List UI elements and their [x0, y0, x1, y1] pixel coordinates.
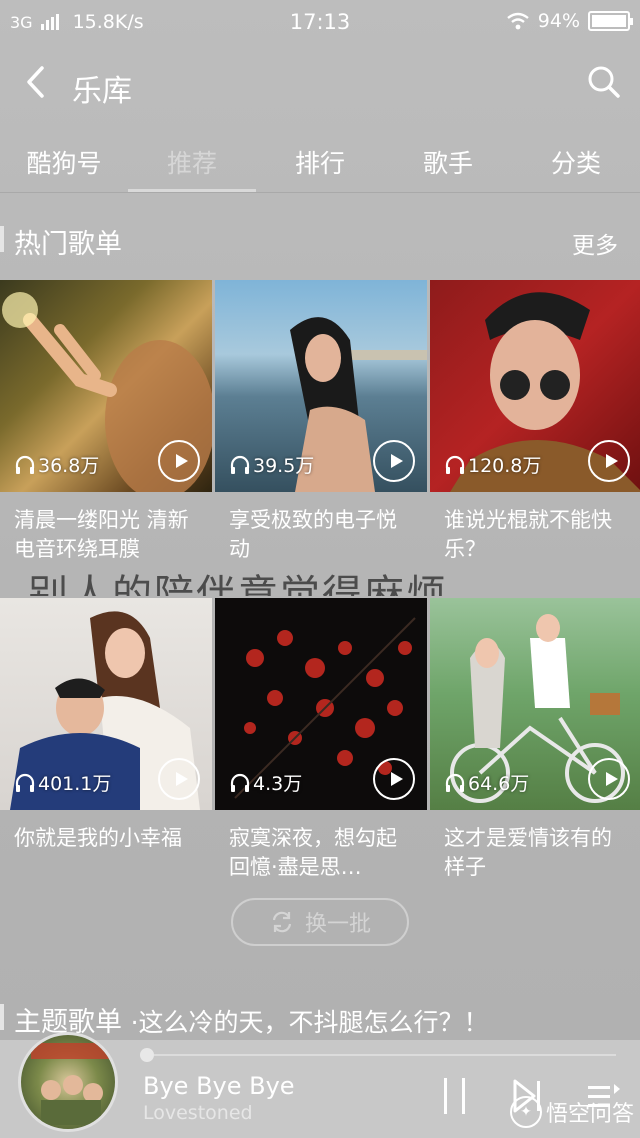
play-button[interactable] [373, 440, 415, 482]
wifi-icon [507, 12, 529, 30]
refresh-icon [272, 911, 292, 933]
tab-recommend[interactable]: 推荐 [128, 132, 256, 192]
playlist-card[interactable]: 36.8万 清晨一缕阳光 清新电音环绕耳膜 [0, 280, 212, 564]
section-title: 主题歌单 ·这么冷的天，不抖腿怎么行？！ [14, 1000, 489, 1039]
playlist-cover[interactable]: 36.8万 [0, 280, 212, 492]
playlist-title[interactable]: 享受极致的电子悦动 [215, 506, 427, 564]
playlist-title[interactable]: 这才是爱情该有的样子 [430, 824, 640, 882]
play-count: 401.1万 [14, 769, 111, 796]
section-marker [0, 226, 4, 252]
play-button[interactable] [158, 758, 200, 800]
status-bar: 3G 15.8K/s 17:13 94% [0, 0, 640, 44]
play-count-text: 120.8万 [468, 455, 542, 477]
section-marker [0, 1004, 4, 1030]
watermark: ✦ 悟空问答 [510, 1096, 634, 1128]
tab-categories[interactable]: 分类 [512, 132, 640, 192]
headphones-icon [15, 773, 35, 792]
play-count-text: 64.6万 [468, 773, 530, 795]
headphones-icon [445, 455, 465, 474]
pause-icon[interactable] [440, 1076, 470, 1116]
battery-percent: 94% [537, 10, 580, 32]
playlist-card[interactable]: 4.3万 寂寞深夜，想勾起回憶·盡是思… [215, 598, 427, 882]
play-count-text: 36.8万 [38, 455, 100, 477]
search-icon[interactable] [584, 62, 624, 102]
headphones-icon [230, 773, 250, 792]
playlist-cover[interactable]: 64.6万 [430, 598, 640, 810]
song-artist: Lovestoned [143, 1102, 253, 1124]
more-link[interactable]: 更多 [572, 226, 618, 260]
playlist-card[interactable]: 64.6万 这才是爱情该有的样子 [430, 598, 640, 882]
tab-singers[interactable]: 歌手 [384, 132, 512, 192]
playlist-cover[interactable]: 4.3万 [215, 598, 427, 810]
wukong-logo-icon: ✦ [510, 1096, 542, 1128]
hot-playlists-header: 热门歌单 更多 [0, 218, 640, 260]
playlist-card[interactable]: 401.1万 你就是我的小幸福 [0, 598, 212, 882]
play-button[interactable] [588, 440, 630, 482]
chevron-left-icon[interactable] [20, 62, 56, 102]
nav-bar: 乐库 [0, 52, 640, 114]
playlist-cover[interactable]: 120.8万 [430, 280, 640, 492]
tabs-divider [0, 192, 640, 193]
tab-bar: 酷狗号 推荐 排行 歌手 分类 [0, 132, 640, 192]
playlist-title[interactable]: 寂寞深夜，想勾起回憶·盡是思… [215, 824, 427, 882]
playlist-title[interactable]: 谁说光棍就不能快乐？ [430, 506, 640, 564]
playlist-cover[interactable]: 39.5万 [215, 280, 427, 492]
overlay-caption: 别人的陪伴意觉得麻烦 [28, 572, 448, 596]
play-button[interactable] [158, 440, 200, 482]
playlist-title[interactable]: 清晨一缕阳光 清新电音环绕耳膜 [0, 506, 212, 564]
play-count-text: 4.3万 [253, 773, 303, 795]
refresh-button[interactable]: 换一批 [231, 898, 409, 946]
song-title[interactable]: Bye Bye Bye [143, 1072, 295, 1100]
theme-playlists-header: 主题歌单 ·这么冷的天，不抖腿怎么行？！ [0, 996, 640, 1039]
tab-rankings[interactable]: 排行 [256, 132, 384, 192]
headphones-icon [15, 455, 35, 474]
playlist-title[interactable]: 你就是我的小幸福 [0, 824, 212, 882]
page-title: 乐库 [72, 74, 132, 109]
play-button[interactable] [588, 758, 630, 800]
play-count: 120.8万 [444, 451, 541, 478]
play-count-text: 401.1万 [38, 773, 112, 795]
tab-kugou-number[interactable]: 酷狗号 [0, 132, 128, 192]
playlist-card[interactable]: 120.8万 谁说光棍就不能快乐？ [430, 280, 640, 564]
play-count: 64.6万 [444, 769, 529, 796]
play-button[interactable] [373, 758, 415, 800]
section-title: 热门歌单 [14, 229, 122, 260]
play-count: 4.3万 [229, 769, 302, 796]
album-image [31, 1043, 111, 1125]
refresh-label: 换一批 [304, 912, 371, 937]
play-count: 36.8万 [14, 451, 99, 478]
headphones-icon [445, 773, 465, 792]
progress-thumb[interactable] [140, 1048, 154, 1062]
progress-bar[interactable] [140, 1048, 616, 1062]
play-count: 39.5万 [229, 451, 314, 478]
album-art[interactable] [18, 1032, 118, 1132]
headphones-icon [230, 455, 250, 474]
battery-icon [588, 11, 633, 31]
playlist-cover[interactable]: 401.1万 [0, 598, 212, 810]
theme-subtitle[interactable]: ·这么冷的天，不抖腿怎么行？！ [131, 1008, 489, 1037]
playlist-card[interactable]: 39.5万 享受极致的电子悦动 [215, 280, 427, 564]
play-count-text: 39.5万 [253, 455, 315, 477]
watermark-text: 悟空问答 [546, 1102, 635, 1127]
music-library-screen: 3G 15.8K/s 17:13 94% 乐库 酷狗号 推荐 排行 歌手 分类 … [0, 0, 640, 1138]
